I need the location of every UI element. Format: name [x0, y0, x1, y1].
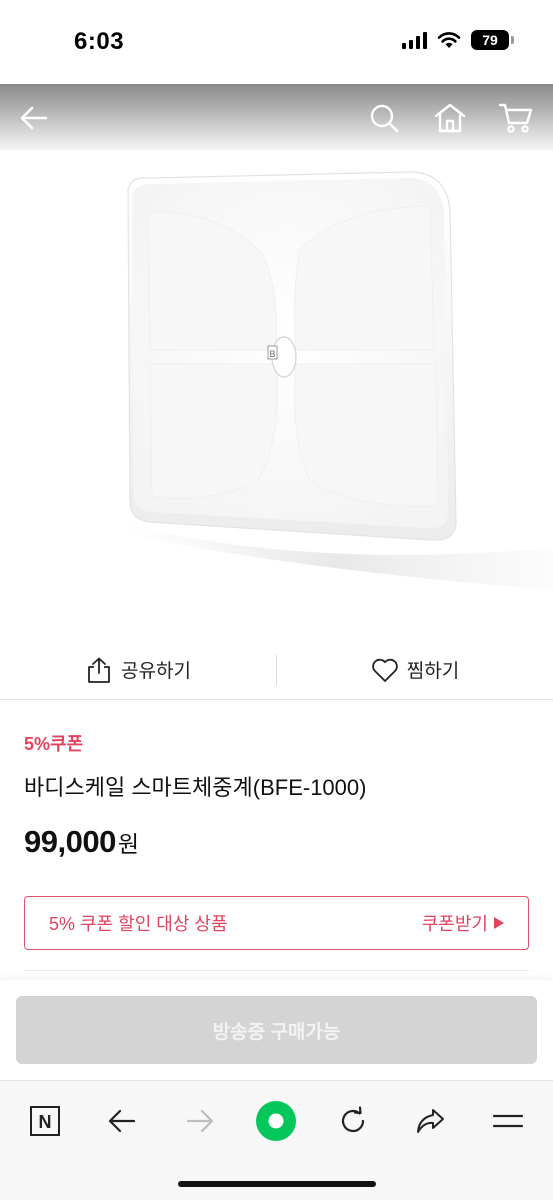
coupon-download-label: 쿠폰받기 — [421, 914, 488, 934]
home-button[interactable] — [430, 98, 470, 138]
wish-label: 찜하기 — [406, 661, 460, 682]
browser-menu-button[interactable] — [484, 1097, 532, 1145]
play-triangle-icon — [494, 917, 504, 929]
scale-illustration: B — [120, 171, 553, 590]
naver-home-button[interactable]: N — [21, 1097, 69, 1145]
battery-level: 79 — [482, 32, 498, 48]
product-price: 99,000 원 — [24, 824, 139, 860]
wish-button[interactable]: 찜하기 — [277, 640, 553, 699]
status-time: 6:03 — [74, 28, 125, 55]
browser-back-button[interactable] — [98, 1097, 146, 1145]
share-button[interactable]: 공유하기 — [0, 640, 276, 699]
green-dot-icon — [256, 1101, 296, 1141]
battery-indicator: 79 — [471, 30, 514, 50]
buy-button[interactable]: 방송중 구매가능 — [16, 996, 537, 1064]
back-icon — [108, 1109, 136, 1133]
wifi-icon — [437, 32, 461, 48]
back-arrow-icon — [20, 106, 48, 130]
price-value: 99,000 — [24, 824, 116, 859]
naver-icon: N — [30, 1106, 60, 1136]
coupon-banner-text: 5% 쿠폰 할인 대상 상품 — [49, 914, 228, 934]
share-icon — [88, 657, 110, 683]
home-icon — [434, 103, 466, 133]
cart-icon — [498, 103, 533, 133]
cart-button[interactable] — [496, 98, 536, 138]
section-divider — [24, 970, 529, 971]
share-label: 공유하기 — [121, 661, 191, 682]
action-row: 공유하기 찜하기 — [0, 640, 553, 700]
green-dot-button[interactable] — [252, 1097, 300, 1145]
price-unit: 원 — [117, 831, 139, 857]
signal-icon — [402, 31, 427, 49]
coupon-download-link[interactable]: 쿠폰받기 — [422, 910, 504, 936]
search-icon — [370, 104, 399, 133]
top-nav-bar — [0, 84, 553, 150]
browser-forward-button[interactable] — [176, 1097, 224, 1145]
home-indicator — [178, 1181, 376, 1187]
status-icons: 79 — [402, 30, 514, 50]
purchase-bar: 방송중 구매가능 — [0, 980, 553, 1080]
reload-icon — [341, 1106, 365, 1133]
coupon-tag: 5%쿠폰 — [24, 734, 84, 754]
share-arrow-icon — [417, 1109, 444, 1133]
search-button[interactable] — [364, 98, 404, 138]
product-image: B — [0, 150, 553, 630]
reload-button[interactable] — [329, 1097, 377, 1145]
browser-share-button[interactable] — [406, 1097, 454, 1145]
scale-brand-mark: B — [269, 349, 275, 359]
menu-icon — [492, 1114, 524, 1128]
back-button[interactable] — [14, 98, 54, 138]
coupon-banner[interactable]: 5% 쿠폰 할인 대상 상품 쿠폰받기 — [24, 896, 529, 950]
status-bar: 6:03 79 — [0, 0, 553, 84]
heart-icon — [371, 658, 398, 682]
naver-letter: N — [39, 1112, 52, 1132]
forward-icon — [186, 1109, 214, 1133]
product-title: 바디스케일 스마트체중계(BFE-1000) — [24, 775, 367, 800]
